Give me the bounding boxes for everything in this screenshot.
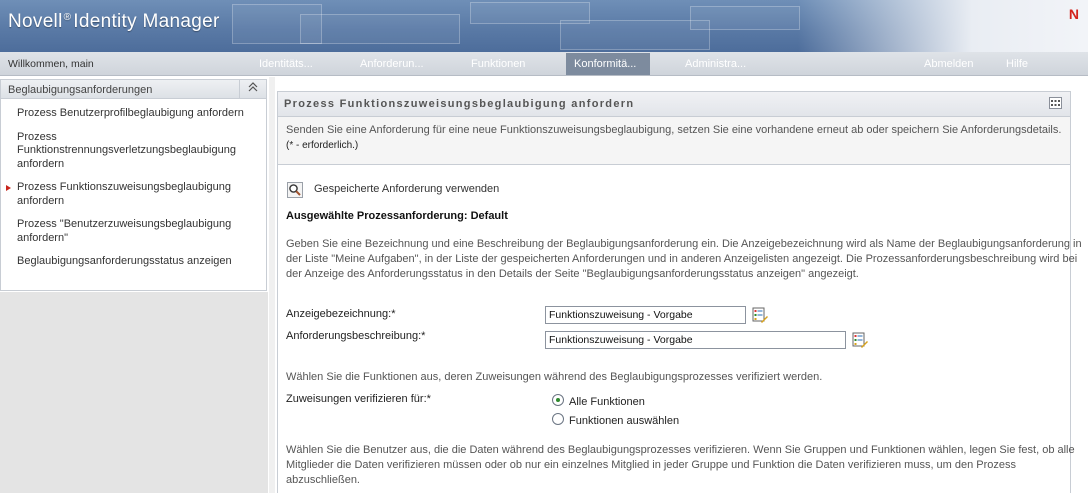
- saved-request-link[interactable]: Gespeicherte Anforderung verwenden: [314, 183, 499, 195]
- display-name-field[interactable]: Funktionszuweisung - Vorgabe: [545, 306, 746, 324]
- welcome-text: Willkommen, main: [8, 58, 94, 70]
- sidebar-header: Beglaubigungsanforderungen: [1, 80, 266, 99]
- users-instruction-text: Wählen Sie die Benutzer aus, die die Dat…: [286, 444, 1075, 486]
- all-roles-radio[interactable]: [552, 394, 564, 406]
- roles-instruction-text: Wählen Sie die Funktionen aus, deren Zuw…: [286, 371, 823, 383]
- main-panel: Prozess Funktionszuweisungsbeglaubigung …: [277, 91, 1082, 493]
- sidebar-item-user-profile-attestation[interactable]: Prozess Benutzerprofilbeglaubigung anfor…: [1, 107, 266, 121]
- localized-text-editor-icon[interactable]: [852, 332, 868, 348]
- all-roles-label: Alle Funktionen: [569, 396, 645, 408]
- request-description-field[interactable]: Funktionszuweisung - Vorgabe: [545, 331, 846, 349]
- nav-bar: Willkommen, main Identitäts... Anforderu…: [0, 52, 1088, 76]
- banner-decoration: [690, 6, 800, 30]
- brand-registered-mark: ®: [63, 11, 72, 23]
- display-name-label: Anzeigebezeichnung:*: [286, 308, 396, 320]
- request-description-label: Anforderungsbeschreibung:*: [286, 330, 426, 342]
- sidebar-empty-area: [0, 292, 268, 493]
- brand-suffix: Identity Manager: [73, 11, 220, 32]
- sidebar-item-attestation-status[interactable]: Beglaubigungsanforderungsstatus anzeigen: [1, 255, 266, 269]
- banner-fade: [798, 0, 1088, 52]
- sidebar-item-user-assignment-attestation[interactable]: Prozess "Benutzerzuweisungsbeglaubigung …: [1, 218, 266, 245]
- verify-for-label: Zuweisungen verifizieren für:*: [286, 393, 431, 405]
- select-roles-label: Funktionen auswählen: [569, 415, 680, 427]
- double-chevron-up-icon[interactable]: [239, 80, 266, 98]
- select-roles-radio[interactable]: [552, 413, 564, 425]
- app-title: Novell® Identity Manager: [8, 11, 220, 33]
- localized-text-editor-icon[interactable]: [752, 307, 768, 323]
- intro-text: Geben Sie eine Bezeichnung und eine Besc…: [286, 238, 1082, 280]
- sidebar-item-role-assignment-attestation[interactable]: Prozess Funktionszuweisungsbeglaubigung …: [1, 181, 266, 208]
- logout-link[interactable]: Abmelden: [916, 53, 982, 75]
- brand-prefix: Novell: [8, 11, 63, 32]
- sidebar: Beglaubigungsanforderungen Prozess Benut…: [0, 79, 267, 291]
- required-note: (* - erforderlich.): [286, 140, 359, 151]
- banner-decoration: [300, 14, 460, 44]
- tab-compliance[interactable]: Konformitä...: [566, 53, 650, 75]
- sidebar-title: Beglaubigungsanforderungen: [8, 84, 153, 96]
- page-title: Prozess Funktionszuweisungsbeglaubigung …: [284, 98, 635, 110]
- app-banner: Novell® Identity Manager N: [0, 0, 1088, 52]
- tab-roles[interactable]: Funktionen: [463, 53, 533, 75]
- banner-decoration: [560, 20, 710, 50]
- help-link[interactable]: Hilfe: [998, 53, 1036, 75]
- tab-administration[interactable]: Administra...: [677, 53, 754, 75]
- page-title-bar: Prozess Funktionszuweisungsbeglaubigung …: [278, 92, 1070, 117]
- grid-menu-icon[interactable]: [1049, 97, 1062, 109]
- page-description: Senden Sie eine Anforderung für eine neu…: [278, 117, 1070, 165]
- magnifier-icon[interactable]: [287, 182, 303, 198]
- novell-logo: N: [1068, 6, 1079, 22]
- tab-requests[interactable]: Anforderun...: [352, 53, 432, 75]
- tab-identity[interactable]: Identitäts...: [251, 53, 321, 75]
- sidebar-item-sod-attestation[interactable]: Prozess Funktionstrennungsverletzungsbeg…: [1, 131, 266, 172]
- panel-divider[interactable]: [269, 77, 275, 493]
- selected-request-label: Ausgewählte Prozessanforderung: Default: [286, 210, 508, 222]
- page-description-text: Senden Sie eine Anforderung für eine neu…: [286, 124, 1062, 136]
